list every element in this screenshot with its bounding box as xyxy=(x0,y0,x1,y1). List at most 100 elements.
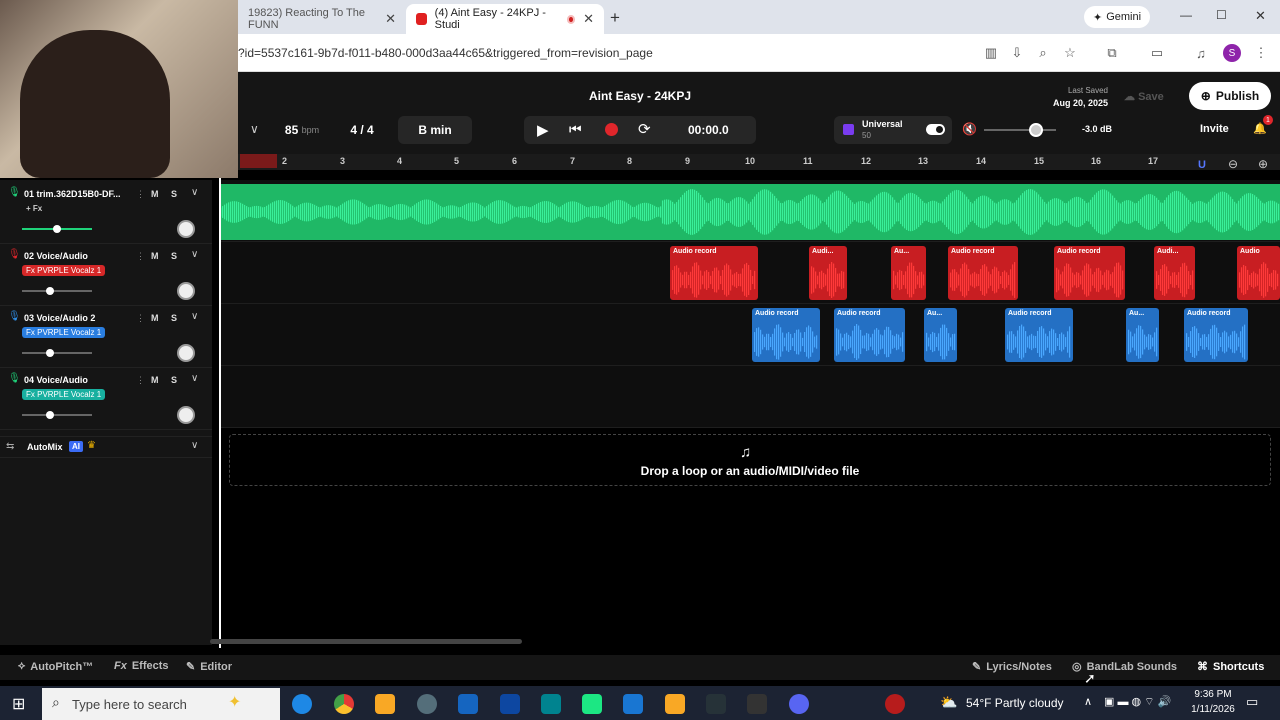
rewind-icon[interactable]: ⏮ xyxy=(569,121,582,138)
play-icon[interactable]: ▶ xyxy=(537,121,549,139)
fx-badge[interactable]: Fx PVRPLE Vocalz 1 xyxy=(22,327,106,338)
chevron-down-icon[interactable]: ∨ xyxy=(250,122,259,136)
lane-2[interactable]: Audio record Audi... Au... Audio record Audi… xyxy=(220,242,1280,304)
hulu-icon[interactable] xyxy=(582,694,602,714)
chrome-icon[interactable] xyxy=(334,694,354,714)
track-volume-slider[interactable] xyxy=(22,290,92,292)
solo-button[interactable]: S xyxy=(171,313,177,323)
save-button[interactable]: ☁ Save xyxy=(1124,90,1164,103)
volume-handle[interactable] xyxy=(1028,123,1043,137)
key-selector[interactable]: B min xyxy=(398,116,472,144)
chevron-down-icon[interactable]: ∨ xyxy=(191,440,198,451)
mute-button[interactable]: M xyxy=(151,313,159,323)
mute-button[interactable]: M xyxy=(151,251,159,261)
maximize-icon[interactable]: ☐ xyxy=(1216,8,1227,22)
pan-knob[interactable] xyxy=(177,220,195,238)
green-waveform[interactable] xyxy=(220,184,1280,240)
chevron-down-icon[interactable]: ∨ xyxy=(191,373,198,384)
weather-text[interactable]: 54°F Partly cloudy xyxy=(966,696,1064,710)
chevron-up-icon[interactable]: ∧ xyxy=(1084,695,1092,708)
effects-button[interactable]: Fx Effects xyxy=(114,660,169,672)
loop-icon[interactable]: ⟳ xyxy=(638,120,651,138)
audio-clip[interactable]: Au... xyxy=(924,308,957,362)
microphone-icon[interactable]: 🎙 xyxy=(8,187,21,198)
minimize-icon[interactable]: — xyxy=(1180,8,1192,22)
mute-speaker-icon[interactable]: 🔇 xyxy=(962,122,977,136)
audio-clip[interactable]: Audio xyxy=(1237,246,1280,300)
track-menu-icon[interactable]: ⋮ xyxy=(136,189,145,200)
audio-clip[interactable]: Audio record xyxy=(752,308,820,362)
track-menu-icon[interactable]: ⋮ xyxy=(136,313,145,324)
pan-knob[interactable] xyxy=(177,406,195,424)
track-volume-slider[interactable] xyxy=(22,414,92,416)
browser-tab-inactive[interactable]: 19823) Reacting To The FUNN ✕ xyxy=(238,4,406,34)
zoom-out-icon[interactable]: ⊖ xyxy=(1228,157,1238,171)
audio-clip[interactable]: Audio record xyxy=(948,246,1018,300)
app-icon[interactable] xyxy=(623,694,643,714)
track-volume-slider[interactable] xyxy=(22,352,92,354)
steam-icon[interactable] xyxy=(706,694,726,714)
invite-button[interactable]: Invite xyxy=(1200,123,1229,135)
audio-clip[interactable]: Audio record xyxy=(1005,308,1073,362)
track-volume-handle[interactable] xyxy=(46,349,54,357)
audio-clip[interactable]: Audio record xyxy=(1184,308,1248,362)
track-menu-icon[interactable]: ⋮ xyxy=(136,375,145,386)
audio-clip[interactable]: Audio record xyxy=(1054,246,1125,300)
audio-clip[interactable]: Au... xyxy=(891,246,926,300)
audio-clip[interactable]: Audio record xyxy=(834,308,905,362)
chevron-down-icon[interactable]: ∨ xyxy=(191,249,198,260)
install-icon[interactable]: ⇩ xyxy=(1008,44,1026,62)
solo-button[interactable]: S xyxy=(171,251,177,261)
mute-button[interactable]: M xyxy=(151,375,159,385)
media-icon[interactable]: ♫ xyxy=(1192,44,1210,62)
automix-row[interactable]: ⇆ AutoMix AI ♛ ∨ xyxy=(0,436,212,458)
playhead[interactable] xyxy=(219,178,221,648)
extensions-icon[interactable]: ⧉ xyxy=(1103,44,1121,62)
mail-icon[interactable] xyxy=(500,694,520,714)
track-name[interactable]: 04 Voice/Audio xyxy=(24,375,88,385)
windows-start-icon[interactable]: ⊞ xyxy=(12,694,25,714)
discord-icon[interactable] xyxy=(789,694,809,714)
audio-clip[interactable]: Audio record xyxy=(670,246,758,300)
pan-knob[interactable] xyxy=(177,282,195,300)
browser-tab-active[interactable]: (4) Aint Easy - 24KPJ - Studi ✕ xyxy=(406,4,604,34)
pan-knob[interactable] xyxy=(177,344,195,362)
solo-button[interactable]: S xyxy=(171,375,177,385)
url-field[interactable]: ?id=5537c161-9b7d-f011-b480-000d3aa44c65… xyxy=(238,46,653,60)
rockstar-icon[interactable] xyxy=(665,694,685,714)
track-name[interactable]: 02 Voice/Audio xyxy=(24,251,88,261)
editor-button[interactable]: ✎ Editor xyxy=(186,660,232,674)
audio-clip[interactable]: Au... xyxy=(1126,308,1159,362)
lane-1[interactable] xyxy=(220,180,1280,242)
profile-avatar[interactable]: S xyxy=(1223,44,1241,62)
epic-games-icon[interactable] xyxy=(747,694,767,714)
publish-button[interactable]: ⊕ Publish xyxy=(1189,82,1271,110)
tray-icons[interactable]: ▣ ▬ ◍ ⌔ 🔊 xyxy=(1104,695,1171,709)
chevron-down-icon[interactable]: ∨ xyxy=(191,311,198,322)
taskbar-search[interactable]: Type here to search xyxy=(42,688,280,720)
lane-3[interactable]: Audio record Audio record Au... Audio recor… xyxy=(220,304,1280,366)
track-name[interactable]: 01 trim.362D15B0-DF... xyxy=(24,189,121,199)
close-window-icon[interactable]: ✕ xyxy=(1255,8,1266,24)
clock-time[interactable]: 9:36 PM xyxy=(1188,689,1238,700)
bookmark-star-icon[interactable]: ☆ xyxy=(1061,44,1079,62)
fx-badge[interactable]: + Fx xyxy=(22,203,46,214)
horizontal-scrollbar[interactable] xyxy=(210,639,522,644)
sidebar-icon[interactable]: ▭ xyxy=(1148,44,1166,62)
app-icon[interactable] xyxy=(885,694,905,714)
edge-icon[interactable] xyxy=(292,694,312,714)
lane-4[interactable] xyxy=(220,366,1280,428)
app-icon[interactable] xyxy=(541,694,561,714)
loop-region[interactable] xyxy=(240,154,277,168)
file-explorer-icon[interactable] xyxy=(375,694,395,714)
fx-badge[interactable]: Fx PVRPLE Vocalz 1 xyxy=(22,389,106,400)
track-volume-handle[interactable] xyxy=(46,287,54,295)
track-header[interactable]: 🎙 02 Voice/Audio Fx PVRPLE Vocalz 1 ⋮ M … xyxy=(0,244,212,306)
microphone-icon[interactable]: 🎙 xyxy=(8,311,21,322)
track-header[interactable]: 🎙 04 Voice/Audio Fx PVRPLE Vocalz 1 ⋮ M … xyxy=(0,368,212,430)
audio-clip[interactable]: Audi... xyxy=(1154,246,1195,300)
close-tab-icon[interactable]: ✕ xyxy=(385,11,396,27)
app-icon[interactable] xyxy=(417,694,437,714)
track-volume-handle[interactable] xyxy=(46,411,54,419)
mute-button[interactable]: M xyxy=(151,189,159,199)
